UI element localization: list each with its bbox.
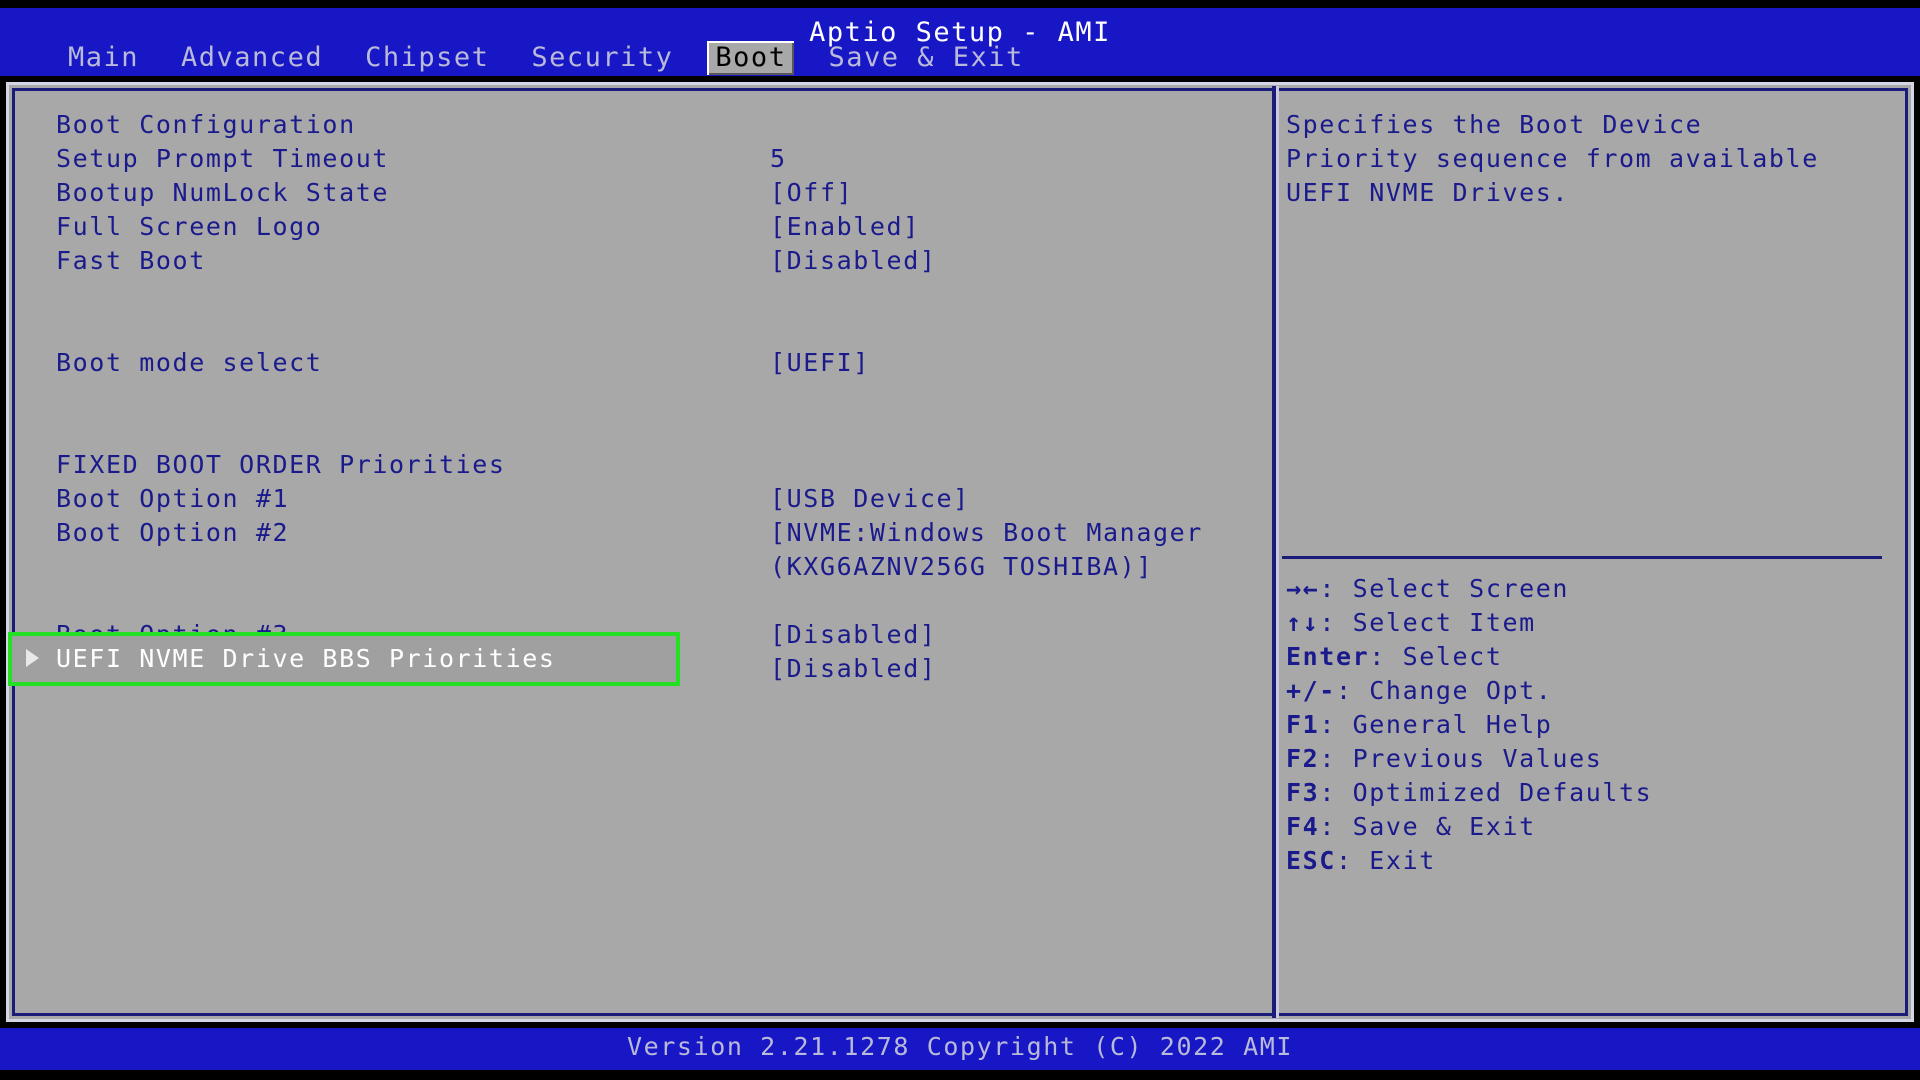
legend-keys: +/- [1286, 676, 1336, 705]
setting-label: Boot Option #2 [56, 518, 290, 547]
section-label: Boot Configuration [56, 110, 356, 139]
legend-keys: Enter [1286, 642, 1370, 671]
setting-value[interactable]: [NVME:Windows Boot Manager (KXG6AZNV256G… [770, 516, 1240, 584]
setting-value[interactable]: [UEFI] [770, 346, 870, 380]
key-legend: →←: Select Screen ↑↓: Select Item Enter:… [1286, 572, 1886, 878]
legend-row-change-opt: +/-: Change Opt. [1286, 674, 1886, 708]
setting-value[interactable]: [Off] [770, 176, 853, 210]
legend-row-select-item: ↑↓: Select Item [1286, 606, 1886, 640]
setting-row-boot-option-2[interactable]: Boot Option #2 [NVME:Windows Boot Manage… [56, 516, 1246, 618]
settings-pane: Boot Configuration Setup Prompt Timeout … [56, 108, 1246, 686]
pane-divider-highlight [1276, 86, 1279, 1018]
setting-label: Boot mode select [56, 348, 323, 377]
setting-value[interactable]: [Disabled] [770, 652, 937, 686]
legend-text: : Previous Values [1319, 744, 1603, 773]
help-pane: Specifies the Boot Device Priority seque… [1286, 108, 1886, 210]
section-label: FIXED BOOT ORDER Priorities [56, 450, 506, 479]
submenu-arrow-icon [26, 649, 39, 667]
submenu-item-label: UEFI NVME Drive BBS Priorities [56, 644, 556, 673]
submenu-item-uefi-nvme-drive-bbs-priorities[interactable]: UEFI NVME Drive BBS Priorities [8, 632, 680, 686]
legend-text: : Optimized Defaults [1319, 778, 1653, 807]
legend-text: : Select Item [1319, 608, 1536, 637]
setting-row-setup-prompt-timeout[interactable]: Setup Prompt Timeout 5 [56, 142, 1246, 176]
row-spacer [56, 414, 1246, 448]
setting-label: Fast Boot [56, 246, 206, 275]
menu-bar: Main Advanced Chipset Security Boot Save… [60, 41, 1058, 75]
row-spacer [56, 312, 1246, 346]
setting-label: Bootup NumLock State [56, 178, 390, 207]
legend-text: : Select [1369, 642, 1503, 671]
legend-text: : Exit [1335, 846, 1436, 875]
legend-row-enter-select: Enter: Select [1286, 640, 1886, 674]
setting-row-boot-mode-select[interactable]: Boot mode select [UEFI] [56, 346, 1246, 380]
legend-row-save-exit: F4: Save & Exit [1286, 810, 1886, 844]
setting-value[interactable]: [USB Device] [770, 482, 970, 516]
legend-row-esc-exit: ESC: Exit [1286, 844, 1886, 878]
bios-setup-screen: Aptio Setup - AMI Main Advanced Chipset … [0, 0, 1920, 1080]
setting-value[interactable]: [Enabled] [770, 210, 920, 244]
legend-divider [1282, 556, 1882, 559]
tab-chipset[interactable]: Chipset [357, 41, 497, 75]
legend-text: : Select Screen [1319, 574, 1570, 603]
setting-row-full-screen-logo[interactable]: Full Screen Logo [Enabled] [56, 210, 1246, 244]
legend-text: : General Help [1319, 710, 1553, 739]
legend-row-previous-values: F2: Previous Values [1286, 742, 1886, 776]
section-header-fixed-boot-order: FIXED BOOT ORDER Priorities [56, 448, 1246, 482]
legend-row-optimized-defaults: F3: Optimized Defaults [1286, 776, 1886, 810]
legend-keys: F1 [1286, 710, 1320, 739]
legend-row-general-help: F1: General Help [1286, 708, 1886, 742]
setting-value[interactable]: 5 [770, 142, 787, 176]
setting-value[interactable]: [Disabled] [770, 618, 937, 652]
tab-advanced[interactable]: Advanced [173, 41, 331, 75]
legend-keys: F3 [1286, 778, 1320, 807]
setting-label: Full Screen Logo [56, 212, 323, 241]
legend-text: : Save & Exit [1319, 812, 1536, 841]
setting-row-boot-option-1[interactable]: Boot Option #1 [USB Device] [56, 482, 1246, 516]
legend-keys: F4 [1286, 812, 1320, 841]
help-text: Specifies the Boot Device Priority seque… [1286, 110, 1836, 207]
setting-label: Setup Prompt Timeout [56, 144, 390, 173]
section-header-boot-configuration: Boot Configuration [56, 108, 1246, 142]
setting-row-fast-boot[interactable]: Fast Boot [Disabled] [56, 244, 1246, 278]
tab-main[interactable]: Main [60, 41, 147, 75]
tab-save-exit[interactable]: Save & Exit [820, 41, 1031, 75]
legend-row-select-screen: →←: Select Screen [1286, 572, 1886, 606]
legend-keys: ESC [1286, 846, 1336, 875]
version-text: Version 2.21.1278 Copyright (C) 2022 AMI [626, 1032, 1294, 1061]
footer-bar: Version 2.21.1278 Copyright (C) 2022 AMI [0, 1028, 1920, 1070]
row-spacer [56, 380, 1246, 414]
setting-value[interactable]: [Disabled] [770, 244, 937, 278]
row-spacer [56, 278, 1246, 312]
legend-keys: ↑↓ [1286, 608, 1320, 637]
setting-label: Boot Option #1 [56, 484, 290, 513]
tab-boot[interactable]: Boot [707, 41, 795, 75]
legend-keys: F2 [1286, 744, 1320, 773]
legend-keys: →← [1286, 574, 1320, 603]
tab-security[interactable]: Security [523, 41, 681, 75]
legend-text: : Change Opt. [1335, 676, 1553, 705]
setting-row-bootup-numlock-state[interactable]: Bootup NumLock State [Off] [56, 176, 1246, 210]
